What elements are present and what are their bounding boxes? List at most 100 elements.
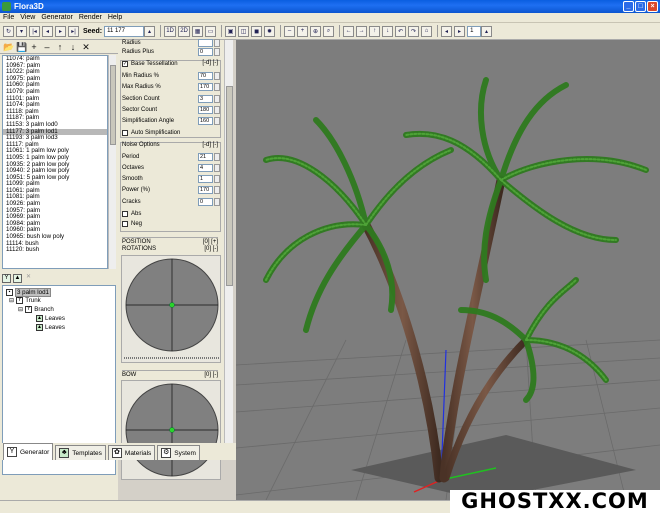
level-input[interactable]: 1	[467, 25, 482, 37]
texture-icon[interactable]: ▣	[225, 25, 237, 37]
smooth-spin[interactable]	[214, 175, 220, 183]
next-icon[interactable]: ▸	[55, 25, 66, 37]
grid-icon[interactable]: ▦	[192, 25, 204, 37]
rotations-dial[interactable]	[122, 256, 222, 364]
tree-add-branch-icon[interactable]: Y	[2, 273, 11, 283]
auto-simplification-label: Auto Simplification	[131, 130, 181, 136]
menu-file[interactable]: File	[0, 14, 17, 21]
app-icon	[2, 2, 11, 11]
cracks-field[interactable]: 0	[198, 198, 213, 206]
smooth-field[interactable]: 1	[198, 175, 213, 183]
period-field[interactable]: 21	[198, 153, 213, 161]
min-radius-field[interactable]: 70	[198, 72, 213, 80]
list-item[interactable]: 11120: bush	[3, 247, 107, 254]
octaves-spin[interactable]	[214, 164, 220, 172]
simplification-spin[interactable]	[214, 117, 220, 125]
noise-controls[interactable]: [-d] [-]	[202, 142, 218, 150]
period-spin[interactable]	[214, 153, 220, 161]
zoom-fit-icon[interactable]: ⊕	[310, 25, 322, 37]
solid-icon[interactable]: ◼	[251, 25, 263, 37]
menu-generator[interactable]: Generator	[38, 14, 76, 21]
tree-node-leaves-1[interactable]: ▲ Leaves	[36, 315, 65, 322]
seed-spin-icon[interactable]: ▴	[144, 25, 156, 37]
frame-icon[interactable]: ▭	[205, 25, 217, 37]
rotate-right-icon[interactable]: ↷	[408, 25, 420, 37]
neg-checkbox[interactable]	[122, 221, 128, 227]
level-spin-icon[interactable]: ▴	[481, 25, 493, 37]
tree-node-trunk[interactable]: ⊟ Y Trunk	[9, 297, 41, 304]
tree-add-leaves-icon[interactable]: ▲	[13, 273, 22, 283]
light-icon[interactable]: ✹	[264, 25, 276, 37]
wire-icon[interactable]: ◫	[238, 25, 250, 37]
move-down-icon[interactable]: ↓	[68, 42, 78, 52]
zoom-out-icon[interactable]: –	[284, 25, 296, 37]
min-radius-spin[interactable]	[214, 72, 220, 80]
tab-generator[interactable]: Y Generator	[3, 443, 54, 460]
app-title: Flora3D	[14, 2, 44, 11]
3d-viewport[interactable]	[236, 40, 660, 500]
section-count-spin[interactable]	[214, 95, 220, 103]
octaves-field[interactable]: 4	[198, 164, 213, 172]
reset-view-icon[interactable]: ⌂	[421, 25, 433, 37]
rotate-left-icon[interactable]: ↶	[395, 25, 407, 37]
save-icon[interactable]: 💾	[16, 42, 27, 52]
view-1d-button[interactable]: 1D	[164, 25, 177, 37]
simplification-field[interactable]: 160	[198, 117, 213, 125]
menu-render[interactable]: Render	[76, 14, 105, 21]
tree-delete-icon[interactable]: ✕	[24, 274, 33, 283]
section-count-field[interactable]: 3	[198, 95, 213, 103]
radius-field[interactable]	[198, 39, 213, 47]
move-up-icon[interactable]: ↑	[55, 42, 65, 52]
first-icon[interactable]: |◂	[29, 25, 40, 37]
menu-bar: File View Generator Render Help	[0, 13, 660, 23]
leaves-icon: ▲	[36, 315, 43, 322]
auto-simplification-checkbox[interactable]	[122, 130, 128, 136]
max-radius-field[interactable]: 170	[198, 83, 213, 91]
open-icon[interactable]: 📂	[3, 42, 14, 52]
object-list[interactable]: 11074: palm 10967: palm 11022: palm 10975: …	[2, 55, 108, 269]
power-field[interactable]: 170	[198, 186, 213, 194]
dropdown-icon[interactable]: ▾	[16, 25, 27, 37]
sector-count-spin[interactable]	[214, 106, 220, 114]
abs-checkbox[interactable]	[122, 211, 128, 217]
minimize-button[interactable]: _	[623, 1, 634, 12]
lod-next-icon[interactable]: ▸	[454, 25, 466, 37]
tab-materials[interactable]: ✿ Materials	[107, 445, 156, 460]
base-tess-controls[interactable]: [-d] [-]	[202, 60, 218, 68]
maximize-button[interactable]: □	[635, 1, 646, 12]
remove-icon[interactable]: –	[42, 42, 52, 52]
power-spin[interactable]	[214, 186, 220, 194]
menu-view[interactable]: View	[17, 14, 38, 21]
move-right-icon[interactable]: →	[356, 25, 368, 37]
tree-node-root[interactable]: ▪ 3 palm lod1	[6, 288, 51, 297]
sector-count-field[interactable]: 180	[198, 106, 213, 114]
generate-icon[interactable]: ↻	[3, 25, 14, 37]
lod-prev-icon[interactable]: ◂	[441, 25, 453, 37]
prev-icon[interactable]: ◂	[42, 25, 53, 37]
move-left-icon[interactable]: ←	[343, 25, 355, 37]
delete-icon[interactable]: ✕	[81, 42, 91, 52]
object-list-scrollbar[interactable]	[108, 55, 116, 269]
properties-scrollbar[interactable]	[224, 40, 233, 443]
zoom-in-icon[interactable]: +	[297, 25, 309, 37]
menu-help[interactable]: Help	[105, 14, 125, 21]
seed-input[interactable]: 11 177	[104, 25, 145, 37]
move-down-icon[interactable]: ↓	[382, 25, 394, 37]
bow-dial[interactable]	[122, 381, 222, 481]
cracks-spin[interactable]	[214, 198, 220, 206]
add-icon[interactable]: +	[29, 42, 39, 52]
move-up-icon[interactable]: ↑	[369, 25, 381, 37]
zoom-region-icon[interactable]: ⌕	[323, 25, 335, 37]
close-button[interactable]: ×	[647, 1, 658, 12]
last-icon[interactable]: ▸|	[68, 25, 79, 37]
max-radius-spin[interactable]	[214, 83, 220, 91]
radius-plus-field[interactable]: 0	[198, 48, 213, 56]
view-2d-button[interactable]: 2D	[178, 25, 191, 37]
tab-templates[interactable]: ♣ Templates	[55, 445, 106, 460]
tab-system[interactable]: ⚙ System	[157, 445, 200, 460]
tree-node-leaves-2[interactable]: ▲ Leaves	[36, 324, 65, 331]
tree-node-branch[interactable]: ⊟ Y Branch	[18, 306, 54, 313]
base-tess-checkbox[interactable]: ✓	[122, 61, 128, 67]
radius-plus-spin[interactable]	[214, 48, 220, 56]
left-panel: 📂 💾 + – ↑ ↓ ✕ 11074: palm 10967: palm 1102…	[0, 40, 118, 500]
